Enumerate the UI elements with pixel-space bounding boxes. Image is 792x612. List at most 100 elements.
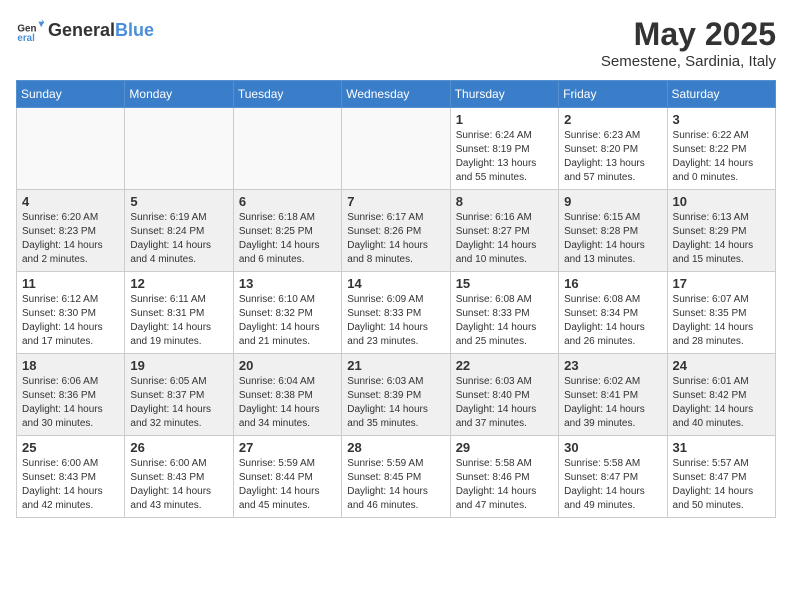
calendar-day-cell: 28 Sunrise: 5:59 AMSunset: 8:45 PMDayligh… (342, 436, 450, 518)
weekday-thursday: Thursday (450, 81, 558, 108)
weekday-header-row: SundayMondayTuesdayWednesdayThursdayFrid… (17, 81, 776, 108)
day-info: Sunrise: 6:07 AMSunset: 8:35 PMDaylight:… (673, 293, 770, 349)
day-number: 13 (239, 276, 336, 291)
calendar-day-cell: 26 Sunrise: 6:00 AMSunset: 8:43 PMDayligh… (125, 436, 233, 518)
logo-blue: Blue (115, 20, 154, 40)
calendar-day-cell: 7 Sunrise: 6:17 AMSunset: 8:26 PMDaylight… (342, 190, 450, 272)
calendar-week-row: 4Sunrise: 6:20 AMSunset: 8:23 PMDaylight… (17, 190, 776, 272)
calendar-week-row: 11 Sunrise: 6:12 AMSunset: 8:30 PMDayligh… (17, 272, 776, 354)
weekday-wednesday: Wednesday (342, 81, 450, 108)
day-number: 14 (347, 276, 444, 291)
calendar-day-cell: 6 Sunrise: 6:18 AMSunset: 8:25 PMDaylight… (233, 190, 341, 272)
day-number: 26 (130, 440, 227, 455)
day-info: Sunrise: 6:15 AMSunset: 8:28 PMDaylight:… (564, 211, 661, 267)
calendar-day-cell (125, 108, 233, 190)
day-number: 16 (564, 276, 661, 291)
day-info: Sunrise: 6:12 AMSunset: 8:30 PMDaylight:… (22, 293, 119, 349)
calendar-day-cell: 29 Sunrise: 5:58 AMSunset: 8:46 PMDayligh… (450, 436, 558, 518)
day-info: Sunrise: 6:06 AMSunset: 8:36 PMDaylight:… (22, 375, 119, 431)
day-info: Sunrise: 5:58 AMSunset: 8:46 PMDaylight:… (456, 457, 553, 513)
calendar-day-cell: 10 Sunrise: 6:13 AMSunset: 8:29 PMDayligh… (667, 190, 775, 272)
day-info: Sunrise: 6:17 AMSunset: 8:26 PMDaylight:… (347, 211, 444, 267)
location-title: Semestene, Sardinia, Italy (601, 53, 776, 70)
day-info: Sunrise: 6:02 AMSunset: 8:41 PMDaylight:… (564, 375, 661, 431)
day-number: 22 (456, 358, 553, 373)
day-info: Sunrise: 6:24 AMSunset: 8:19 PMDaylight:… (456, 129, 553, 185)
day-info: Sunrise: 6:10 AMSunset: 8:32 PMDaylight:… (239, 293, 336, 349)
day-info: Sunrise: 5:58 AMSunset: 8:47 PMDaylight:… (564, 457, 661, 513)
day-info: Sunrise: 5:57 AMSunset: 8:47 PMDaylight:… (673, 457, 770, 513)
calendar-day-cell: 1 Sunrise: 6:24 AMSunset: 8:19 PMDaylight… (450, 108, 558, 190)
calendar-day-cell: 8 Sunrise: 6:16 AMSunset: 8:27 PMDaylight… (450, 190, 558, 272)
calendar-week-row: 1 Sunrise: 6:24 AMSunset: 8:19 PMDaylight… (17, 108, 776, 190)
day-number: 18 (22, 358, 119, 373)
day-info: Sunrise: 6:13 AMSunset: 8:29 PMDaylight:… (673, 211, 770, 267)
calendar-day-cell: 27Sunrise: 5:59 AMSunset: 8:44 PMDayligh… (233, 436, 341, 518)
day-number: 7 (347, 194, 444, 209)
page-header: Gen eral GeneralBlue May 2025 Semestene,… (16, 16, 776, 70)
calendar-week-row: 18 Sunrise: 6:06 AMSunset: 8:36 PMDayligh… (17, 354, 776, 436)
calendar-day-cell: 14 Sunrise: 6:09 AMSunset: 8:33 PMDayligh… (342, 272, 450, 354)
day-number: 9 (564, 194, 661, 209)
day-info: Sunrise: 6:05 AMSunset: 8:37 PMDaylight:… (130, 375, 227, 431)
day-info: Sunrise: 6:00 AMSunset: 8:43 PMDaylight:… (130, 457, 227, 513)
day-info: Sunrise: 6:03 AMSunset: 8:40 PMDaylight:… (456, 375, 553, 431)
day-number: 19 (130, 358, 227, 373)
day-info: Sunrise: 6:01 AMSunset: 8:42 PMDaylight:… (673, 375, 770, 431)
day-number: 25 (22, 440, 119, 455)
calendar-day-cell: 5Sunrise: 6:19 AMSunset: 8:24 PMDaylight… (125, 190, 233, 272)
calendar-day-cell: 3 Sunrise: 6:22 AMSunset: 8:22 PMDaylight… (667, 108, 775, 190)
weekday-monday: Monday (125, 81, 233, 108)
calendar-day-cell: 31 Sunrise: 5:57 AMSunset: 8:47 PMDayligh… (667, 436, 775, 518)
calendar-day-cell: 22 Sunrise: 6:03 AMSunset: 8:40 PMDayligh… (450, 354, 558, 436)
day-info: Sunrise: 6:03 AMSunset: 8:39 PMDaylight:… (347, 375, 444, 431)
calendar-day-cell: 18 Sunrise: 6:06 AMSunset: 8:36 PMDayligh… (17, 354, 125, 436)
calendar-day-cell (17, 108, 125, 190)
calendar-week-row: 25 Sunrise: 6:00 AMSunset: 8:43 PMDayligh… (17, 436, 776, 518)
day-number: 8 (456, 194, 553, 209)
svg-text:eral: eral (17, 33, 35, 44)
day-number: 23 (564, 358, 661, 373)
day-number: 3 (673, 112, 770, 127)
calendar-day-cell: 19 Sunrise: 6:05 AMSunset: 8:37 PMDayligh… (125, 354, 233, 436)
calendar-day-cell: 23 Sunrise: 6:02 AMSunset: 8:41 PMDayligh… (559, 354, 667, 436)
day-number: 28 (347, 440, 444, 455)
calendar-day-cell: 11 Sunrise: 6:12 AMSunset: 8:30 PMDayligh… (17, 272, 125, 354)
day-number: 12 (130, 276, 227, 291)
day-number: 2 (564, 112, 661, 127)
day-info: Sunrise: 6:22 AMSunset: 8:22 PMDaylight:… (673, 129, 770, 185)
calendar-day-cell: 24Sunrise: 6:01 AMSunset: 8:42 PMDayligh… (667, 354, 775, 436)
day-info: Sunrise: 6:09 AMSunset: 8:33 PMDaylight:… (347, 293, 444, 349)
calendar-day-cell: 25Sunrise: 6:00 AMSunset: 8:43 PMDayligh… (17, 436, 125, 518)
day-info: Sunrise: 6:20 AMSunset: 8:23 PMDaylight:… (22, 211, 119, 267)
day-number: 31 (673, 440, 770, 455)
calendar-day-cell: 2 Sunrise: 6:23 AMSunset: 8:20 PMDaylight… (559, 108, 667, 190)
logo-general: General (48, 20, 115, 40)
day-number: 6 (239, 194, 336, 209)
weekday-sunday: Sunday (17, 81, 125, 108)
weekday-saturday: Saturday (667, 81, 775, 108)
logo: Gen eral GeneralBlue (16, 16, 154, 44)
calendar-table: SundayMondayTuesdayWednesdayThursdayFrid… (16, 80, 776, 518)
title-block: May 2025 Semestene, Sardinia, Italy (601, 16, 776, 70)
calendar-day-cell: 9 Sunrise: 6:15 AMSunset: 8:28 PMDaylight… (559, 190, 667, 272)
day-info: Sunrise: 6:23 AMSunset: 8:20 PMDaylight:… (564, 129, 661, 185)
month-title: May 2025 (601, 16, 776, 53)
day-number: 11 (22, 276, 119, 291)
day-info: Sunrise: 6:16 AMSunset: 8:27 PMDaylight:… (456, 211, 553, 267)
day-number: 15 (456, 276, 553, 291)
day-info: Sunrise: 6:11 AMSunset: 8:31 PMDaylight:… (130, 293, 227, 349)
day-number: 10 (673, 194, 770, 209)
calendar-day-cell (233, 108, 341, 190)
day-number: 1 (456, 112, 553, 127)
day-number: 20 (239, 358, 336, 373)
day-info: Sunrise: 5:59 AMSunset: 8:45 PMDaylight:… (347, 457, 444, 513)
calendar-day-cell: 15Sunrise: 6:08 AMSunset: 8:33 PMDayligh… (450, 272, 558, 354)
weekday-tuesday: Tuesday (233, 81, 341, 108)
day-info: Sunrise: 5:59 AMSunset: 8:44 PMDaylight:… (239, 457, 336, 513)
day-number: 21 (347, 358, 444, 373)
day-info: Sunrise: 6:04 AMSunset: 8:38 PMDaylight:… (239, 375, 336, 431)
day-info: Sunrise: 6:18 AMSunset: 8:25 PMDaylight:… (239, 211, 336, 267)
calendar-day-cell: 16Sunrise: 6:08 AMSunset: 8:34 PMDayligh… (559, 272, 667, 354)
day-number: 29 (456, 440, 553, 455)
